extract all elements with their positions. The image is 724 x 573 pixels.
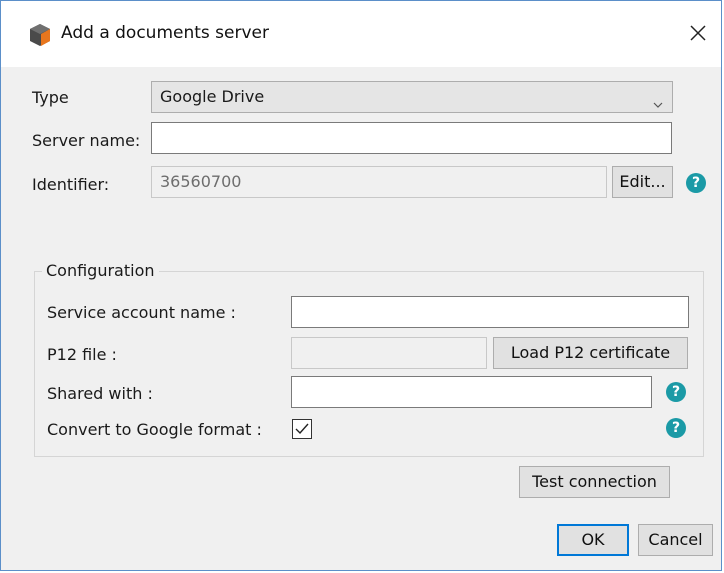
app-logo-icon (28, 23, 52, 47)
close-button[interactable] (675, 15, 721, 55)
edit-identifier-button[interactable]: Edit... (612, 166, 673, 198)
shared-with-input[interactable] (291, 376, 652, 408)
server-name-input[interactable] (151, 122, 672, 154)
service-account-input[interactable] (291, 296, 689, 328)
dialog-window: Add a documents server Type Google Drive… (0, 0, 722, 571)
convert-help-icon[interactable]: ? (666, 418, 686, 438)
convert-google-format-label: Convert to Google format : (47, 420, 262, 439)
p12-file-label: P12 file : (47, 345, 117, 364)
type-select[interactable]: Google Drive (151, 81, 673, 113)
server-name-label: Server name: (32, 131, 141, 150)
test-connection-button[interactable]: Test connection (519, 466, 670, 498)
close-icon (689, 24, 707, 46)
type-selected-value: Google Drive (160, 87, 265, 106)
cancel-button[interactable]: Cancel (638, 524, 713, 556)
service-account-label: Service account name : (47, 303, 236, 322)
p12-file-field (291, 337, 487, 369)
ok-button[interactable]: OK (557, 524, 629, 556)
configuration-group-label: Configuration (42, 261, 159, 280)
identifier-label: Identifier: (32, 175, 110, 194)
identifier-help-icon[interactable]: ? (686, 173, 706, 193)
dialog-title: Add a documents server (61, 23, 269, 43)
identifier-field: 36560700 (151, 166, 607, 198)
checkmark-icon (295, 423, 309, 435)
title-bar: Add a documents server (1, 1, 721, 67)
load-p12-button[interactable]: Load P12 certificate (493, 337, 688, 369)
chevron-down-icon (652, 91, 664, 108)
type-label: Type (32, 88, 69, 107)
convert-google-format-checkbox[interactable] (292, 419, 312, 439)
shared-with-help-icon[interactable]: ? (666, 382, 686, 402)
shared-with-label: Shared with : (47, 384, 153, 403)
